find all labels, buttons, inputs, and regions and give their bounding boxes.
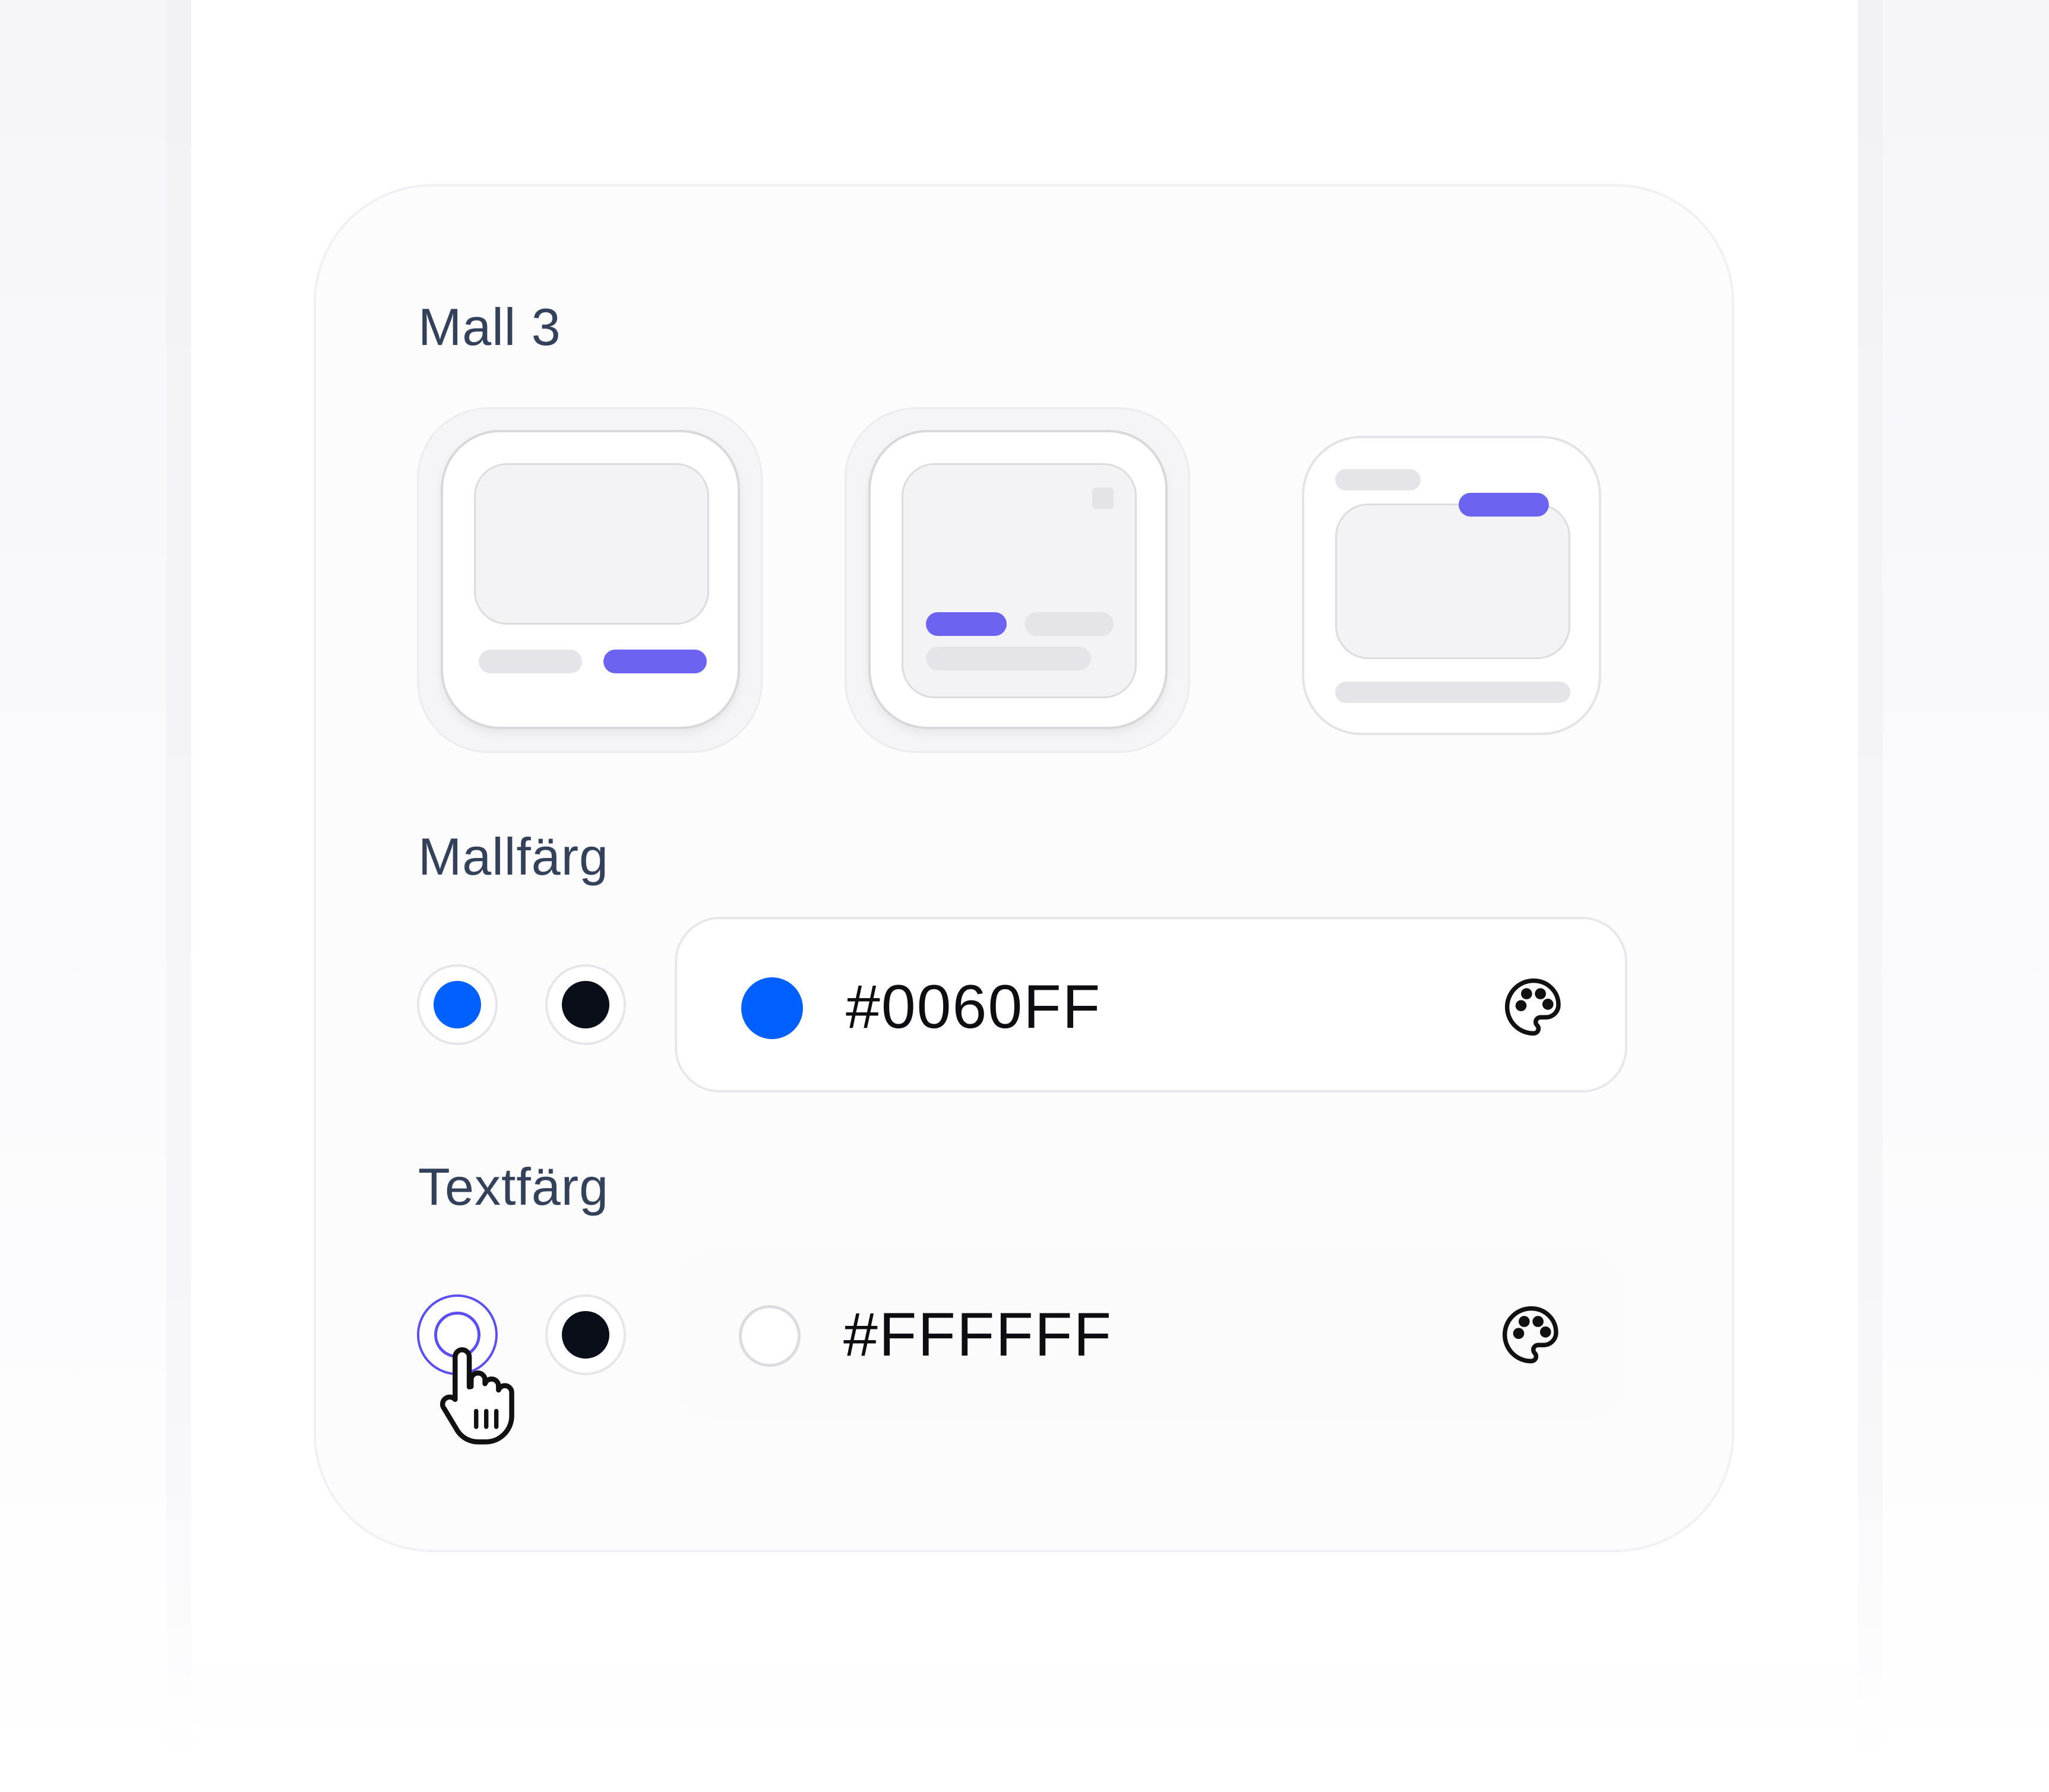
template-preview-text-line xyxy=(1024,612,1114,636)
template-preview-text-line xyxy=(479,650,582,673)
template-preview-text-line xyxy=(1335,469,1421,490)
template-color-preview xyxy=(741,977,803,1039)
template-card-3[interactable] xyxy=(1302,436,1601,735)
template-color-swatch-blue[interactable] xyxy=(417,964,498,1045)
template-preview-text-line xyxy=(926,647,1091,670)
template-color-swatch-black[interactable] xyxy=(545,964,626,1045)
hand-pointer-icon xyxy=(439,1347,514,1445)
template-preview-image xyxy=(1335,504,1570,659)
text-color-swatch-black[interactable] xyxy=(545,1294,626,1375)
template-preview-image xyxy=(902,463,1137,698)
palette-icon[interactable] xyxy=(1498,1302,1564,1368)
template-section-label: Mall 3 xyxy=(418,297,561,356)
palette-icon[interactable] xyxy=(1500,974,1567,1040)
template-preview-accent-bar xyxy=(603,650,707,673)
swatch-dot xyxy=(562,981,609,1028)
text-color-hex-value: #FFFFFF xyxy=(843,1300,1113,1369)
template-preview-accent-bar xyxy=(1459,493,1549,517)
text-color-preview xyxy=(739,1305,801,1367)
text-color-field[interactable]: #FFFFFF xyxy=(675,1247,1627,1423)
template-preview-image xyxy=(474,463,709,625)
template-card-1[interactable] xyxy=(441,430,740,729)
template-preview-text-line xyxy=(1335,682,1570,703)
template-preview-accent-bar xyxy=(926,612,1007,636)
template-color-field[interactable]: #0060FF xyxy=(675,917,1627,1093)
template-color-hex-value: #0060FF xyxy=(846,973,1102,1041)
swatch-dot xyxy=(434,981,481,1028)
template-color-label: Mallfärg xyxy=(418,827,609,886)
swatch-dot xyxy=(562,1311,609,1359)
text-color-label: Textfärg xyxy=(418,1157,609,1216)
template-card-2[interactable] xyxy=(868,430,1168,729)
template-preview-badge xyxy=(1092,487,1114,509)
